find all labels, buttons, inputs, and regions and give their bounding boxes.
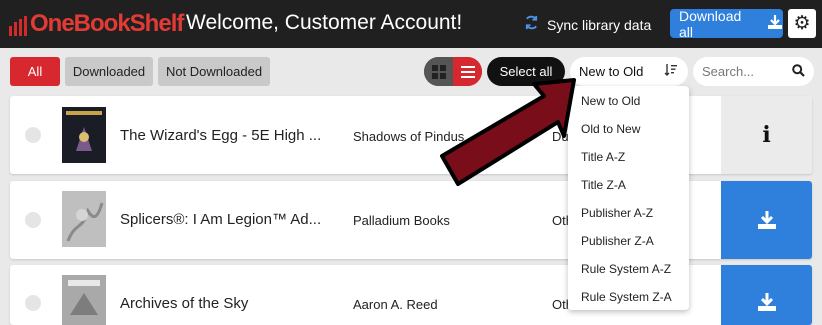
sort-option-old-to-new[interactable]: Old to New (581, 122, 640, 136)
book-cover-thumbnail (62, 191, 106, 247)
info-button[interactable]: i (721, 96, 812, 174)
library-row[interactable]: Archives of the Sky Aaron A. Reed Oth (10, 265, 812, 325)
book-cover-thumbnail (62, 275, 106, 325)
row-select-checkbox[interactable] (25, 127, 41, 143)
book-publisher: Aaron A. Reed (353, 297, 438, 312)
sort-option-title-a-z[interactable]: Title A-Z (581, 150, 625, 164)
book-cover-thumbnail (62, 107, 106, 163)
book-title[interactable]: Splicers®: I Am Legion™ Ad... (120, 211, 321, 228)
filter-downloaded-button[interactable]: Downloaded (65, 57, 153, 86)
sync-library-button[interactable]: Sync library data (524, 15, 651, 34)
sort-option-new-to-old[interactable]: New to Old (581, 94, 640, 108)
gear-icon: ⚙ (793, 13, 811, 34)
settings-button[interactable]: ⚙ (788, 9, 816, 38)
sort-dropdown-menu: New to Old Old to New Title A-Z Title Z-… (568, 86, 689, 310)
search-icon[interactable] (792, 64, 805, 82)
book-title[interactable]: The Wizard's Egg - 5E High ... (120, 127, 321, 144)
bookshelf-logo-icon (9, 12, 27, 36)
download-icon (757, 293, 776, 311)
sort-option-publisher-z-a[interactable]: Publisher Z-A (581, 234, 654, 248)
welcome-message: Welcome, Customer Account! (186, 11, 463, 34)
sync-icon (524, 15, 539, 34)
book-title[interactable]: Archives of the Sky (120, 295, 248, 312)
sort-option-rule-system-z-a[interactable]: Rule System Z-A (581, 290, 672, 304)
sort-selected-value: New to Old (579, 64, 644, 79)
search-box (693, 57, 814, 86)
row-select-checkbox[interactable] (25, 295, 41, 311)
sort-option-publisher-a-z[interactable]: Publisher A-Z (581, 206, 653, 220)
row-select-checkbox[interactable] (25, 212, 41, 228)
logo[interactable]: OneBookShelf (9, 9, 184, 39)
download-button[interactable] (721, 181, 812, 259)
filter-not-downloaded-button[interactable]: Not Downloaded (158, 57, 270, 86)
download-all-button[interactable]: Download all (670, 7, 783, 40)
sort-option-rule-system-a-z[interactable]: Rule System A-Z (581, 262, 671, 276)
annotation-arrow-icon (440, 78, 576, 186)
logo-text: OneBookShelf (30, 10, 184, 37)
download-icon (757, 211, 776, 229)
search-input[interactable] (702, 64, 788, 79)
download-button[interactable] (721, 265, 812, 325)
sort-select[interactable]: New to Old (570, 57, 688, 86)
sync-label: Sync library data (547, 16, 652, 33)
info-icon: i (762, 122, 771, 148)
book-publisher: Palladium Books (353, 213, 450, 228)
sort-option-title-z-a[interactable]: Title Z-A (581, 178, 626, 192)
library-row[interactable]: Splicers®: I Am Legion™ Ad... Palladium … (10, 181, 812, 259)
download-all-label: Download all (679, 7, 742, 40)
library-row[interactable]: The Wizard's Egg - 5E High ... Shadows o… (10, 96, 812, 174)
download-icon (767, 14, 783, 33)
top-bar: OneBookShelf Welcome, Customer Account! … (0, 0, 822, 48)
sort-descending-icon (664, 63, 678, 80)
filter-all-button[interactable]: All (10, 57, 60, 86)
